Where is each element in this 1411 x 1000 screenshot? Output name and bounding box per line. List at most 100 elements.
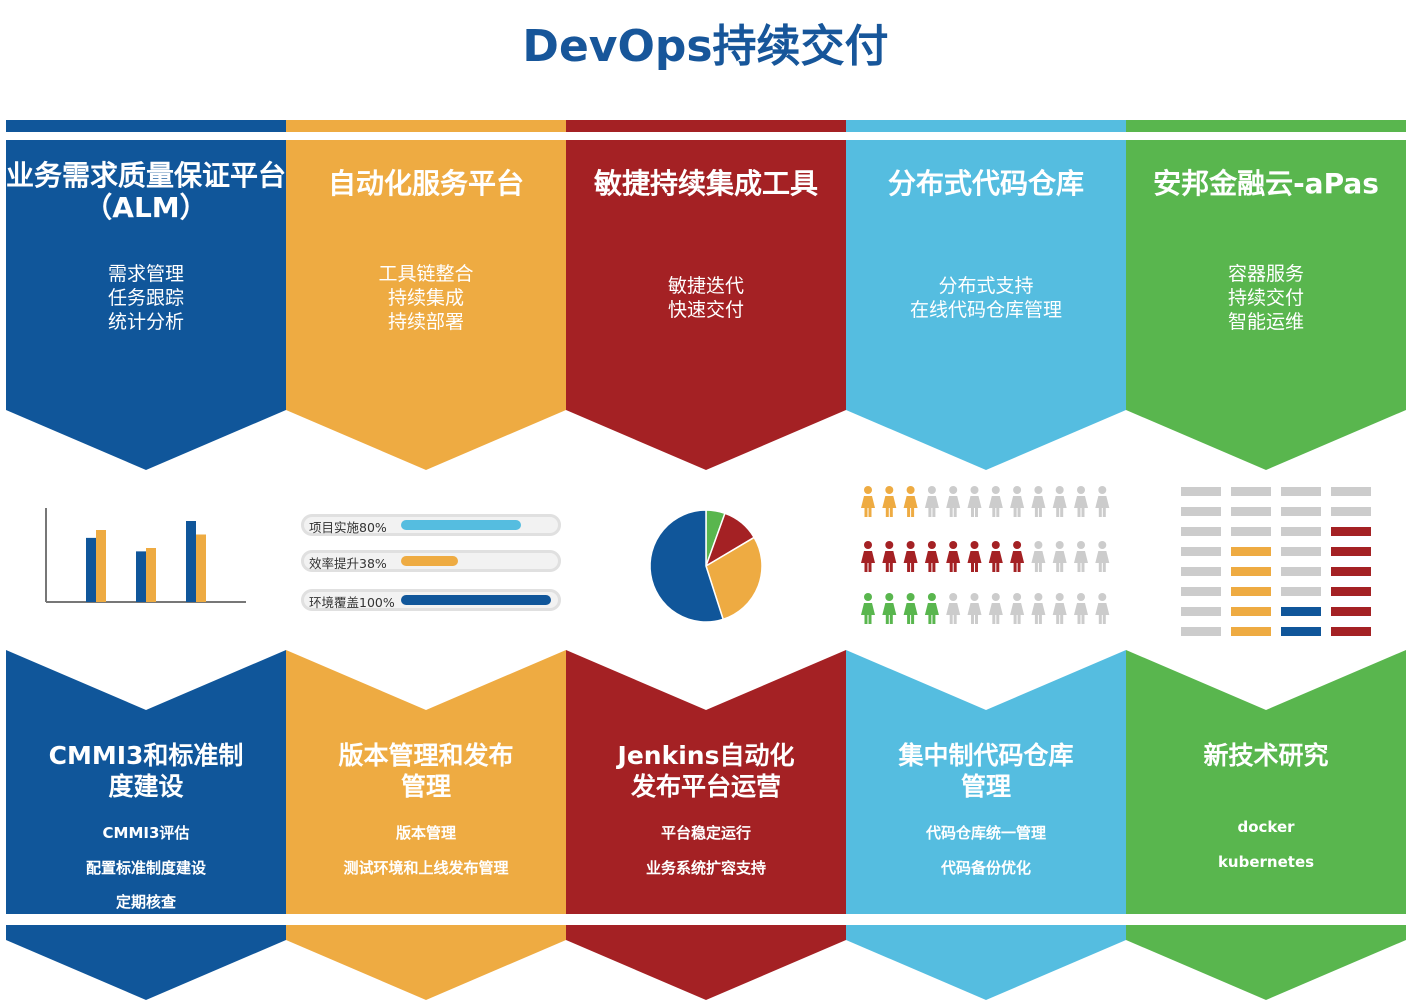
person-leg bbox=[975, 508, 978, 517]
person-head bbox=[991, 486, 1000, 494]
bottom-heading: 新技术研究 bbox=[1126, 740, 1406, 771]
feature-list: 分布式支持 在线代码仓库管理 bbox=[846, 274, 1126, 322]
grid-block bbox=[1281, 627, 1321, 636]
progress-bar: 项目实施80% bbox=[301, 514, 561, 536]
person-head bbox=[1034, 486, 1043, 494]
person-icon bbox=[1052, 593, 1067, 624]
bottom-heading-line: Jenkins自动化 bbox=[617, 741, 795, 770]
person-body bbox=[967, 496, 982, 508]
person-icon bbox=[903, 541, 918, 572]
person-leg bbox=[1038, 508, 1042, 517]
bar-chart-svg bbox=[45, 508, 246, 603]
person-head bbox=[949, 541, 958, 549]
person-icon bbox=[903, 593, 918, 624]
feature-item: 分布式支持 bbox=[938, 275, 1034, 297]
bottom-heading: 版本管理和发布 管理 bbox=[286, 740, 566, 802]
heading-line: 敏捷持续集成工具 bbox=[593, 167, 818, 200]
person-head bbox=[906, 486, 915, 494]
person-leg bbox=[996, 508, 1000, 517]
column-finance-cloud: 安邦金融云-aPas 容器服务 持续交付 智能运维 新技术研究 docker k… bbox=[1126, 120, 1406, 1000]
person-body bbox=[1031, 603, 1046, 615]
bar bbox=[196, 534, 206, 602]
person-head bbox=[864, 486, 872, 494]
column-heading: 自动化服务平台 bbox=[286, 168, 566, 200]
feature-item: 任务跟踪 bbox=[107, 287, 184, 309]
person-leg bbox=[1098, 563, 1102, 572]
person-leg bbox=[911, 508, 915, 517]
bottom-heading-line: CMMI3和标准制 bbox=[48, 741, 244, 770]
person-leg bbox=[868, 563, 872, 572]
person-leg bbox=[953, 508, 957, 517]
person-icon bbox=[946, 486, 961, 517]
person-icon bbox=[946, 593, 961, 624]
person-body bbox=[903, 551, 918, 563]
person-body bbox=[967, 551, 982, 563]
grid-block bbox=[1281, 547, 1321, 556]
person-head bbox=[1098, 486, 1107, 494]
grid-block bbox=[1281, 487, 1321, 496]
feature-item: 快速交付 bbox=[667, 299, 744, 321]
person-body bbox=[924, 603, 939, 615]
person-head bbox=[949, 593, 958, 601]
column-automation: 自动化服务平台 工具链整合 持续集成 持续部署 项目实施80% 效率提升38% … bbox=[286, 120, 566, 1000]
person-head bbox=[906, 593, 915, 601]
person-body bbox=[861, 496, 875, 508]
person-head bbox=[864, 593, 872, 601]
feature-item: 智能运维 bbox=[1227, 311, 1304, 333]
bottom-heading-line: 度建设 bbox=[108, 772, 184, 801]
person-leg bbox=[1017, 615, 1021, 624]
person-head bbox=[1055, 541, 1064, 549]
person-head bbox=[970, 593, 979, 601]
person-leg bbox=[1038, 615, 1042, 624]
person-leg bbox=[1038, 563, 1042, 572]
person-icon bbox=[1095, 541, 1110, 572]
person-icon bbox=[1095, 593, 1110, 624]
person-icon bbox=[861, 486, 875, 517]
bar bbox=[136, 551, 146, 602]
person-icon bbox=[924, 486, 939, 517]
page-title: DevOps持续交付 bbox=[522, 21, 889, 72]
person-leg bbox=[1034, 508, 1038, 517]
person-leg bbox=[1102, 615, 1106, 624]
person-leg bbox=[932, 563, 936, 572]
bottom-item: docker bbox=[1237, 818, 1295, 836]
person-body bbox=[1010, 551, 1025, 563]
grid-block bbox=[1181, 587, 1221, 596]
person-head bbox=[864, 541, 872, 549]
person-leg bbox=[889, 615, 893, 624]
grid-block bbox=[1281, 567, 1321, 576]
person-body bbox=[861, 603, 875, 615]
bar-chart bbox=[6, 460, 286, 660]
person-icon bbox=[1010, 541, 1025, 572]
progress-fill bbox=[401, 595, 551, 605]
feature-item: 持续交付 bbox=[1227, 287, 1304, 309]
person-leg bbox=[907, 615, 911, 624]
feature-list: 工具链整合 持续集成 持续部署 bbox=[286, 262, 566, 334]
grid-block bbox=[1231, 527, 1271, 536]
person-icon bbox=[1074, 593, 1088, 624]
person-head bbox=[1077, 593, 1085, 601]
person-body bbox=[903, 496, 918, 508]
person-leg bbox=[949, 615, 953, 624]
feature-item: 需求管理 bbox=[107, 263, 184, 285]
person-leg bbox=[1017, 508, 1021, 517]
person-leg bbox=[1081, 563, 1085, 572]
person-body bbox=[1052, 603, 1067, 615]
person-leg bbox=[949, 563, 953, 572]
person-icon bbox=[882, 593, 897, 624]
person-leg bbox=[1060, 615, 1064, 624]
person-leg bbox=[928, 615, 932, 624]
person-body bbox=[988, 551, 1003, 563]
person-icon bbox=[1031, 541, 1046, 572]
person-leg bbox=[953, 563, 957, 572]
bottom-heading-line: 新技术研究 bbox=[1203, 741, 1329, 770]
grid-block bbox=[1181, 607, 1221, 616]
person-body bbox=[946, 551, 961, 563]
person-head bbox=[1034, 541, 1043, 549]
grid-block bbox=[1231, 607, 1271, 616]
person-leg bbox=[885, 508, 889, 517]
grid-block bbox=[1281, 507, 1321, 516]
bottom-heading: Jenkins自动化 发布平台运营 bbox=[566, 740, 846, 802]
person-body bbox=[882, 551, 897, 563]
person-leg bbox=[1056, 615, 1060, 624]
